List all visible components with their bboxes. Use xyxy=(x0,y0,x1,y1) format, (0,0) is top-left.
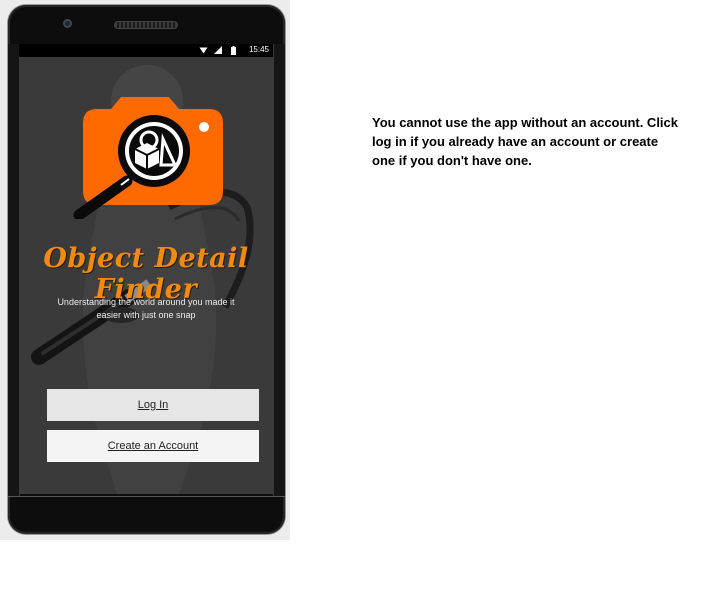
front-camera-icon xyxy=(63,19,72,28)
battery-icon xyxy=(231,46,236,55)
status-time: 15:45 xyxy=(248,45,269,54)
phone-screen: 15:45 Object Detail Finder Understanding… xyxy=(19,44,273,494)
earpiece-speaker xyxy=(114,21,178,29)
camera-magnifier-logo xyxy=(73,97,223,219)
wifi-icon xyxy=(199,47,208,54)
phone-chin-divider xyxy=(8,496,285,497)
instruction-text: You cannot use the app without an accoun… xyxy=(372,115,679,168)
status-bar: 15:45 xyxy=(19,44,273,57)
phone-side-rail-right xyxy=(273,44,285,497)
app-tagline: Understanding the world around you made … xyxy=(57,297,235,320)
login-button[interactable]: Log In xyxy=(47,389,259,421)
signal-icon xyxy=(214,46,222,54)
create-account-button[interactable]: Create an Account xyxy=(47,430,259,462)
